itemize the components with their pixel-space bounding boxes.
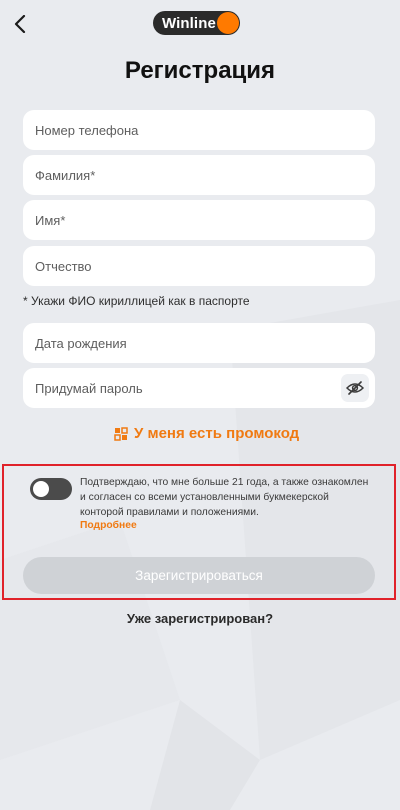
back-button[interactable] (8, 10, 32, 38)
logo-dot-icon (216, 12, 239, 34)
fio-hint: * Укажи ФИО кириллицей как в паспорте (23, 294, 250, 308)
highlight-box (2, 464, 396, 600)
surname-placeholder: Фамилия* (35, 167, 96, 183)
name-placeholder: Имя* (35, 212, 66, 228)
chevron-left-icon (14, 15, 26, 33)
page-title: Регистрация (124, 57, 276, 84)
already-registered-link[interactable]: Уже зарегистрирован? (0, 611, 400, 626)
logo-text: Winline (162, 14, 216, 32)
birthdate-field[interactable]: Дата рождения (23, 323, 375, 363)
promo-code-link[interactable]: У меня есть промокод (114, 425, 299, 442)
surname-field[interactable]: Фамилия* (23, 155, 375, 195)
promo-code-icon (114, 426, 128, 441)
eye-off-icon (346, 381, 364, 395)
birthdate-placeholder: Дата рождения (35, 335, 127, 351)
phone-placeholder: Номер телефона (35, 122, 139, 138)
winline-logo: Winline (153, 11, 240, 35)
phone-field[interactable]: Номер телефона (23, 110, 375, 150)
patronymic-placeholder: Отчество (35, 258, 92, 274)
password-visibility-toggle[interactable] (341, 374, 369, 402)
name-field[interactable]: Имя* (23, 200, 375, 240)
password-field[interactable]: Придумай пароль (23, 368, 375, 408)
password-placeholder: Придумай пароль (35, 380, 143, 396)
promo-code-label: У меня есть промокод (134, 425, 300, 442)
patronymic-field[interactable]: Отчество (23, 246, 375, 286)
